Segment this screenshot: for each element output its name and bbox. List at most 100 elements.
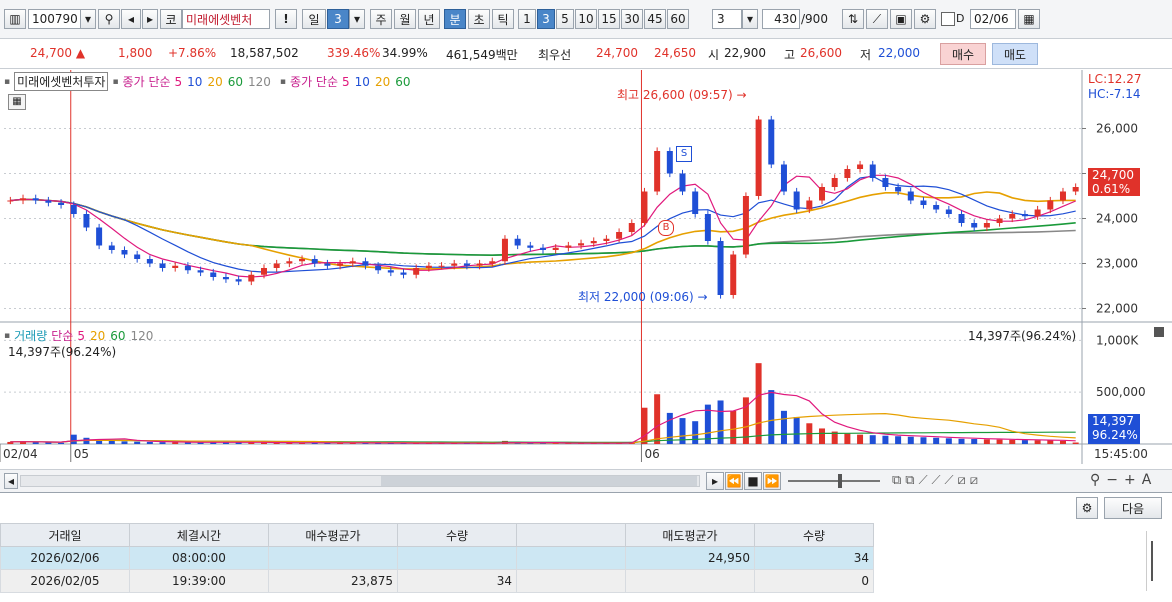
zoom-out-icon[interactable]: − — [1106, 472, 1124, 488]
legend-period[interactable]: 10 — [355, 75, 370, 89]
search-icon[interactable]: ⚲ — [98, 9, 120, 29]
scroll-left-icon[interactable]: ◂ — [4, 473, 18, 489]
prev-stock-icon[interactable]: ◂ — [121, 9, 141, 29]
period-minute-button[interactable]: 분 — [444, 9, 466, 29]
interval-button-3[interactable]: 3 — [537, 9, 555, 29]
volume-legend-ma[interactable]: 단순 — [51, 327, 73, 344]
period-second-button[interactable]: 초 — [468, 9, 490, 29]
table-row[interactable]: 2026/02/05 19:39:00 23,875 34 0 — [0, 569, 874, 593]
alert-button[interactable]: ! — [275, 9, 297, 29]
font-size-icon[interactable]: A — [1142, 472, 1158, 488]
sell-signal-marker[interactable]: S — [676, 146, 692, 162]
interval-button-15[interactable]: 15 — [598, 9, 620, 29]
chart-area[interactable]: 22,00023,00024,00025,00026,000500,0001,0… — [0, 70, 1172, 466]
column-header[interactable]: 매도평균가 — [625, 523, 755, 547]
column-header[interactable]: 매수평균가 — [268, 523, 398, 547]
legend-period[interactable]: 20 — [375, 75, 390, 89]
calendar-icon[interactable]: ▦ — [1018, 9, 1040, 29]
interval-dropdown-icon[interactable]: ▾ — [742, 9, 758, 29]
price-volume-chart[interactable]: 22,00023,00024,00025,00026,000500,0001,0… — [0, 70, 1172, 466]
candle-body — [463, 263, 470, 266]
legend-period[interactable]: 120 — [131, 329, 154, 343]
legend-stock-name[interactable]: 미래에셋벤처투자 — [14, 72, 109, 91]
table-row[interactable]: 2026/02/06 08:00:00 24,950 34 — [0, 546, 874, 570]
column-header[interactable] — [516, 523, 626, 547]
quote-bar: 24,700 ▲ 1,800 +7.86% 18,587,502 339.46%… — [0, 40, 1172, 69]
interval-button-30[interactable]: 30 — [621, 9, 643, 29]
period-day-n[interactable]: 3 — [327, 9, 349, 29]
buy-button[interactable]: 매수 — [940, 43, 986, 65]
scrollbar-thumb[interactable] — [381, 476, 697, 486]
period-day-button[interactable]: 일 — [302, 9, 326, 29]
zoom-in-icon[interactable]: + — [1124, 472, 1142, 488]
candle-body — [83, 214, 90, 228]
legend-period[interactable]: 5 — [342, 75, 350, 89]
legend-period[interactable]: 20 — [90, 329, 105, 343]
next-stock-icon[interactable]: ▸ — [142, 9, 158, 29]
chart-menu-icon[interactable]: ▥ — [4, 9, 26, 29]
column-header[interactable]: 수량 — [754, 523, 874, 547]
legend-period[interactable]: 20 — [207, 75, 222, 89]
legend-period[interactable]: 10 — [187, 75, 202, 89]
legend-period[interactable]: 5 — [77, 329, 85, 343]
stock-name-field[interactable]: 미래에셋벤처 — [182, 9, 270, 29]
legend-period[interactable]: 60 — [110, 329, 125, 343]
zoom-search-icon[interactable]: ⚲ — [1090, 472, 1106, 488]
table-cell: 19:39:00 — [129, 569, 269, 593]
interval-input[interactable]: 3 — [712, 9, 742, 29]
sell-button[interactable]: 매도 — [992, 43, 1038, 65]
zoom-slider[interactable] — [788, 474, 880, 488]
horizontal-scrollbar[interactable] — [20, 475, 700, 487]
candle-body — [844, 169, 851, 178]
interval-button-60[interactable]: 60 — [667, 9, 689, 29]
interval-button-5[interactable]: 5 — [556, 9, 574, 29]
volume-bar — [730, 410, 737, 444]
interval-button-10[interactable]: 10 — [575, 9, 597, 29]
low-annotation-text: 최저 22,000 (09:06) — [578, 290, 694, 304]
legend-period[interactable]: 60 — [228, 75, 243, 89]
count-input[interactable]: 430 — [762, 9, 800, 29]
zoom-slider-handle[interactable] — [838, 474, 842, 488]
column-header[interactable]: 거래일 — [0, 523, 130, 547]
legend-period[interactable]: 5 — [175, 75, 183, 89]
volume-legend-title[interactable]: 거래량 — [14, 327, 47, 344]
fast-forward-icon[interactable]: ⏩ — [763, 472, 781, 490]
save-icon[interactable]: ▣ — [890, 9, 912, 29]
column-header[interactable]: 수량 — [397, 523, 517, 547]
candle-body — [210, 272, 217, 277]
date-checkbox[interactable] — [941, 12, 955, 26]
data-grid-icon[interactable]: ▦ — [8, 94, 26, 110]
volume-bar — [1021, 440, 1028, 444]
settings-gear-icon[interactable]: ⚙ — [914, 9, 936, 29]
rewind-icon[interactable]: ⏪ — [725, 472, 743, 490]
vertical-scrollbar[interactable] — [1146, 531, 1161, 591]
period-tick-button[interactable]: 틱 — [492, 9, 514, 29]
buy-signal-marker[interactable]: B — [658, 220, 674, 236]
compare-icon[interactable]: ⇅ — [842, 9, 864, 29]
current-volume-marker: 14,397 96.24% — [1088, 414, 1140, 444]
legend-ma1-title[interactable]: 종가 단순 — [123, 73, 171, 90]
period-dropdown-icon[interactable]: ▾ — [349, 9, 365, 29]
vertical-scrollbar-thumb[interactable] — [1151, 541, 1153, 581]
column-header[interactable]: 체결시간 — [129, 523, 269, 547]
next-page-button[interactable]: 다음 — [1104, 497, 1162, 519]
market-badge[interactable]: 코 — [160, 9, 182, 29]
interval-button-45[interactable]: 45 — [644, 9, 666, 29]
table-settings-gear-icon[interactable]: ⚙ — [1076, 497, 1098, 519]
draw-line-icon[interactable]: ⟋ — [866, 9, 888, 29]
interval-button-1[interactable]: 1 — [518, 9, 536, 29]
period-week-button[interactable]: 주 — [370, 9, 392, 29]
legend-ma2-title[interactable]: 종가 단순 — [290, 73, 338, 90]
period-month-button[interactable]: 월 — [394, 9, 416, 29]
code-dropdown-icon[interactable]: ▾ — [80, 9, 96, 29]
draw-tools-icons[interactable]: ⧉⧉⟋⟋⟋⧄⧄ — [892, 473, 982, 488]
period-year-button[interactable]: 년 — [418, 9, 440, 29]
date-input[interactable]: 02/06 — [970, 9, 1016, 29]
volume-bar — [1047, 440, 1054, 444]
legend-period[interactable]: 120 — [248, 75, 271, 89]
play-icon[interactable]: ▸ — [706, 472, 724, 490]
panel-close-icon[interactable] — [1154, 327, 1164, 337]
candle-body — [451, 263, 458, 266]
legend-period[interactable]: 60 — [395, 75, 410, 89]
stop-icon[interactable]: ■ — [744, 472, 762, 490]
